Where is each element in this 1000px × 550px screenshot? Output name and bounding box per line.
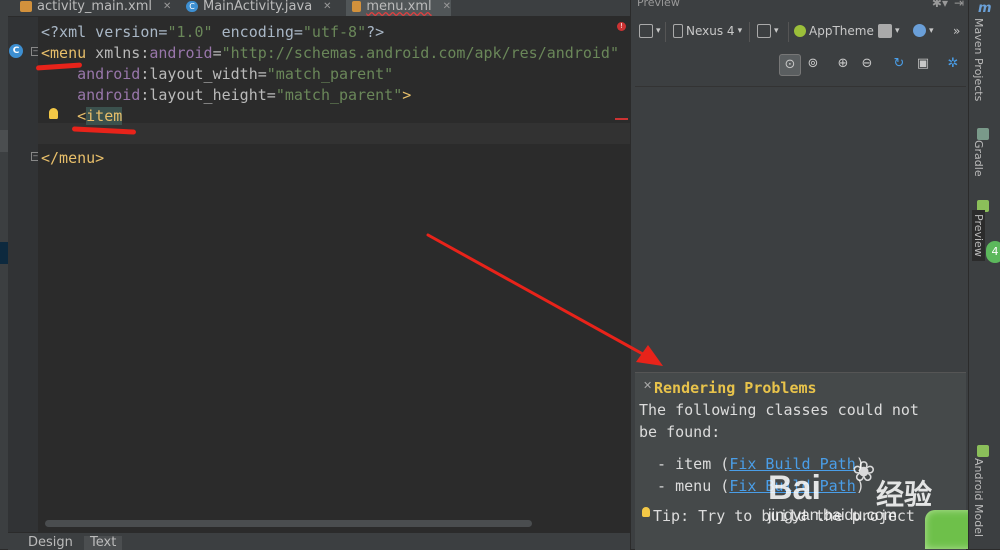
locale-dropdown[interactable]: ▾ [913,24,934,37]
theme-icon [794,25,806,37]
java-class-icon: C [186,1,198,12]
paw-icon: ❀ [852,455,876,488]
xml-file-icon [20,1,32,12]
tab-menu-xml[interactable]: menu.xml ✕ [346,0,451,16]
problems-text-line1: The following classes could not [639,401,919,419]
orientation-dropdown[interactable]: ▾ [757,24,779,38]
code-line-7: </menu> [41,149,105,167]
close-icon[interactable]: ✕ [643,379,652,392]
watermark-brand: Bai [768,469,821,507]
tab-label: MainActivity.java [203,0,313,14]
code-line-3: android:layout_width="match_parent" [77,65,394,83]
tab-text[interactable]: Text [84,536,123,550]
code-line-1: <?xml version="1.0" encoding="utf-8"?> [41,23,385,41]
preview-settings-icon[interactable]: ✲ [943,54,963,74]
project-panel-edge [0,0,8,549]
error-stripe-marker[interactable] [615,118,628,120]
tab-label: menu.xml [366,0,432,14]
editor-tab-bar: activity_main.xml ✕ C MainActivity.java … [8,0,630,17]
activity-dropdown[interactable]: ▾ [878,24,900,38]
tab-main-activity-java[interactable]: C MainActivity.java ✕ [180,0,340,16]
preview-render-area [635,86,966,373]
toolbar-separator [665,22,666,42]
tool-tab-gradle[interactable]: Gradle [972,140,985,177]
theme-label: AppTheme [809,24,874,38]
zoom-in-icon[interactable]: ⊕ [833,54,853,74]
file-icon [639,24,653,38]
close-icon[interactable]: ✕ [443,0,451,13]
screenshot-icon[interactable]: ▣ [913,54,933,74]
preview-title: Preview [637,0,680,9]
tab-design[interactable]: Design [22,536,79,550]
class-badge-icon[interactable]: C [9,44,23,58]
globe-icon [913,24,926,37]
code-line-4: android:layout_height="match_parent"> [77,86,412,104]
rendering-problems-title: Rendering Problems [654,379,817,397]
theme-dropdown[interactable]: AppTheme [794,24,874,38]
android-icon [977,445,989,457]
tool-tab-preview[interactable]: Preview [972,210,985,261]
problems-text-line2: be found: [639,423,721,441]
tab-label: activity_main.xml [37,0,153,14]
baidu-jingyan-watermark: ❀ Bai 经验 jingyan.baidu.com [768,455,948,525]
horizontal-scrollbar[interactable] [45,520,532,527]
more-toolbar-button[interactable]: » [953,24,960,38]
hide-panel-icon[interactable]: ⇥ [954,0,964,10]
device-dropdown[interactable]: Nexus 4 ▾ [673,24,742,38]
lightbulb-icon[interactable] [49,108,58,119]
xml-file-icon [352,1,362,12]
device-label: Nexus 4 [686,24,735,38]
notification-badge: 4 [986,241,1000,263]
error-indicator-icon[interactable]: ! [617,22,626,31]
toolbar-separator [749,22,750,42]
project-panel-selection [0,242,8,264]
maven-icon: m [978,1,992,16]
zoom-fit-icon[interactable]: ⊙ [779,54,801,76]
refresh-icon[interactable]: ↻ [889,54,909,74]
close-icon[interactable]: ✕ [163,0,171,13]
gradle-icon [977,128,989,140]
tab-activity-main-xml[interactable]: activity_main.xml ✕ [14,0,174,16]
layout-file-button[interactable]: ▾ [639,24,661,38]
editor-gutter[interactable] [8,17,38,532]
tool-tab-maven-projects[interactable]: Maven Projects [972,18,985,101]
lightbulb-icon [642,507,650,517]
orientation-icon [757,24,771,38]
tool-tab-android-model[interactable]: Android Model [972,458,985,537]
close-icon[interactable]: ✕ [323,0,331,13]
zoom-actual-icon[interactable]: ⊚ [803,54,823,74]
layout-mode-tabs: Design Text [8,532,630,550]
activity-icon [878,24,892,38]
watermark-url: jingyan.baidu.com [768,507,897,524]
right-tool-strip: m Maven Projects Gradle Preview Android … [968,0,1000,549]
project-panel-marker [0,130,8,152]
settings-gear-icon[interactable]: ✱▾ [932,0,948,10]
phone-icon [673,24,683,38]
zoom-out-icon[interactable]: ⊖ [857,54,877,74]
toolbar-separator [788,22,789,42]
code-line-2: <menu xmlns:android="http://schemas.andr… [41,44,619,62]
